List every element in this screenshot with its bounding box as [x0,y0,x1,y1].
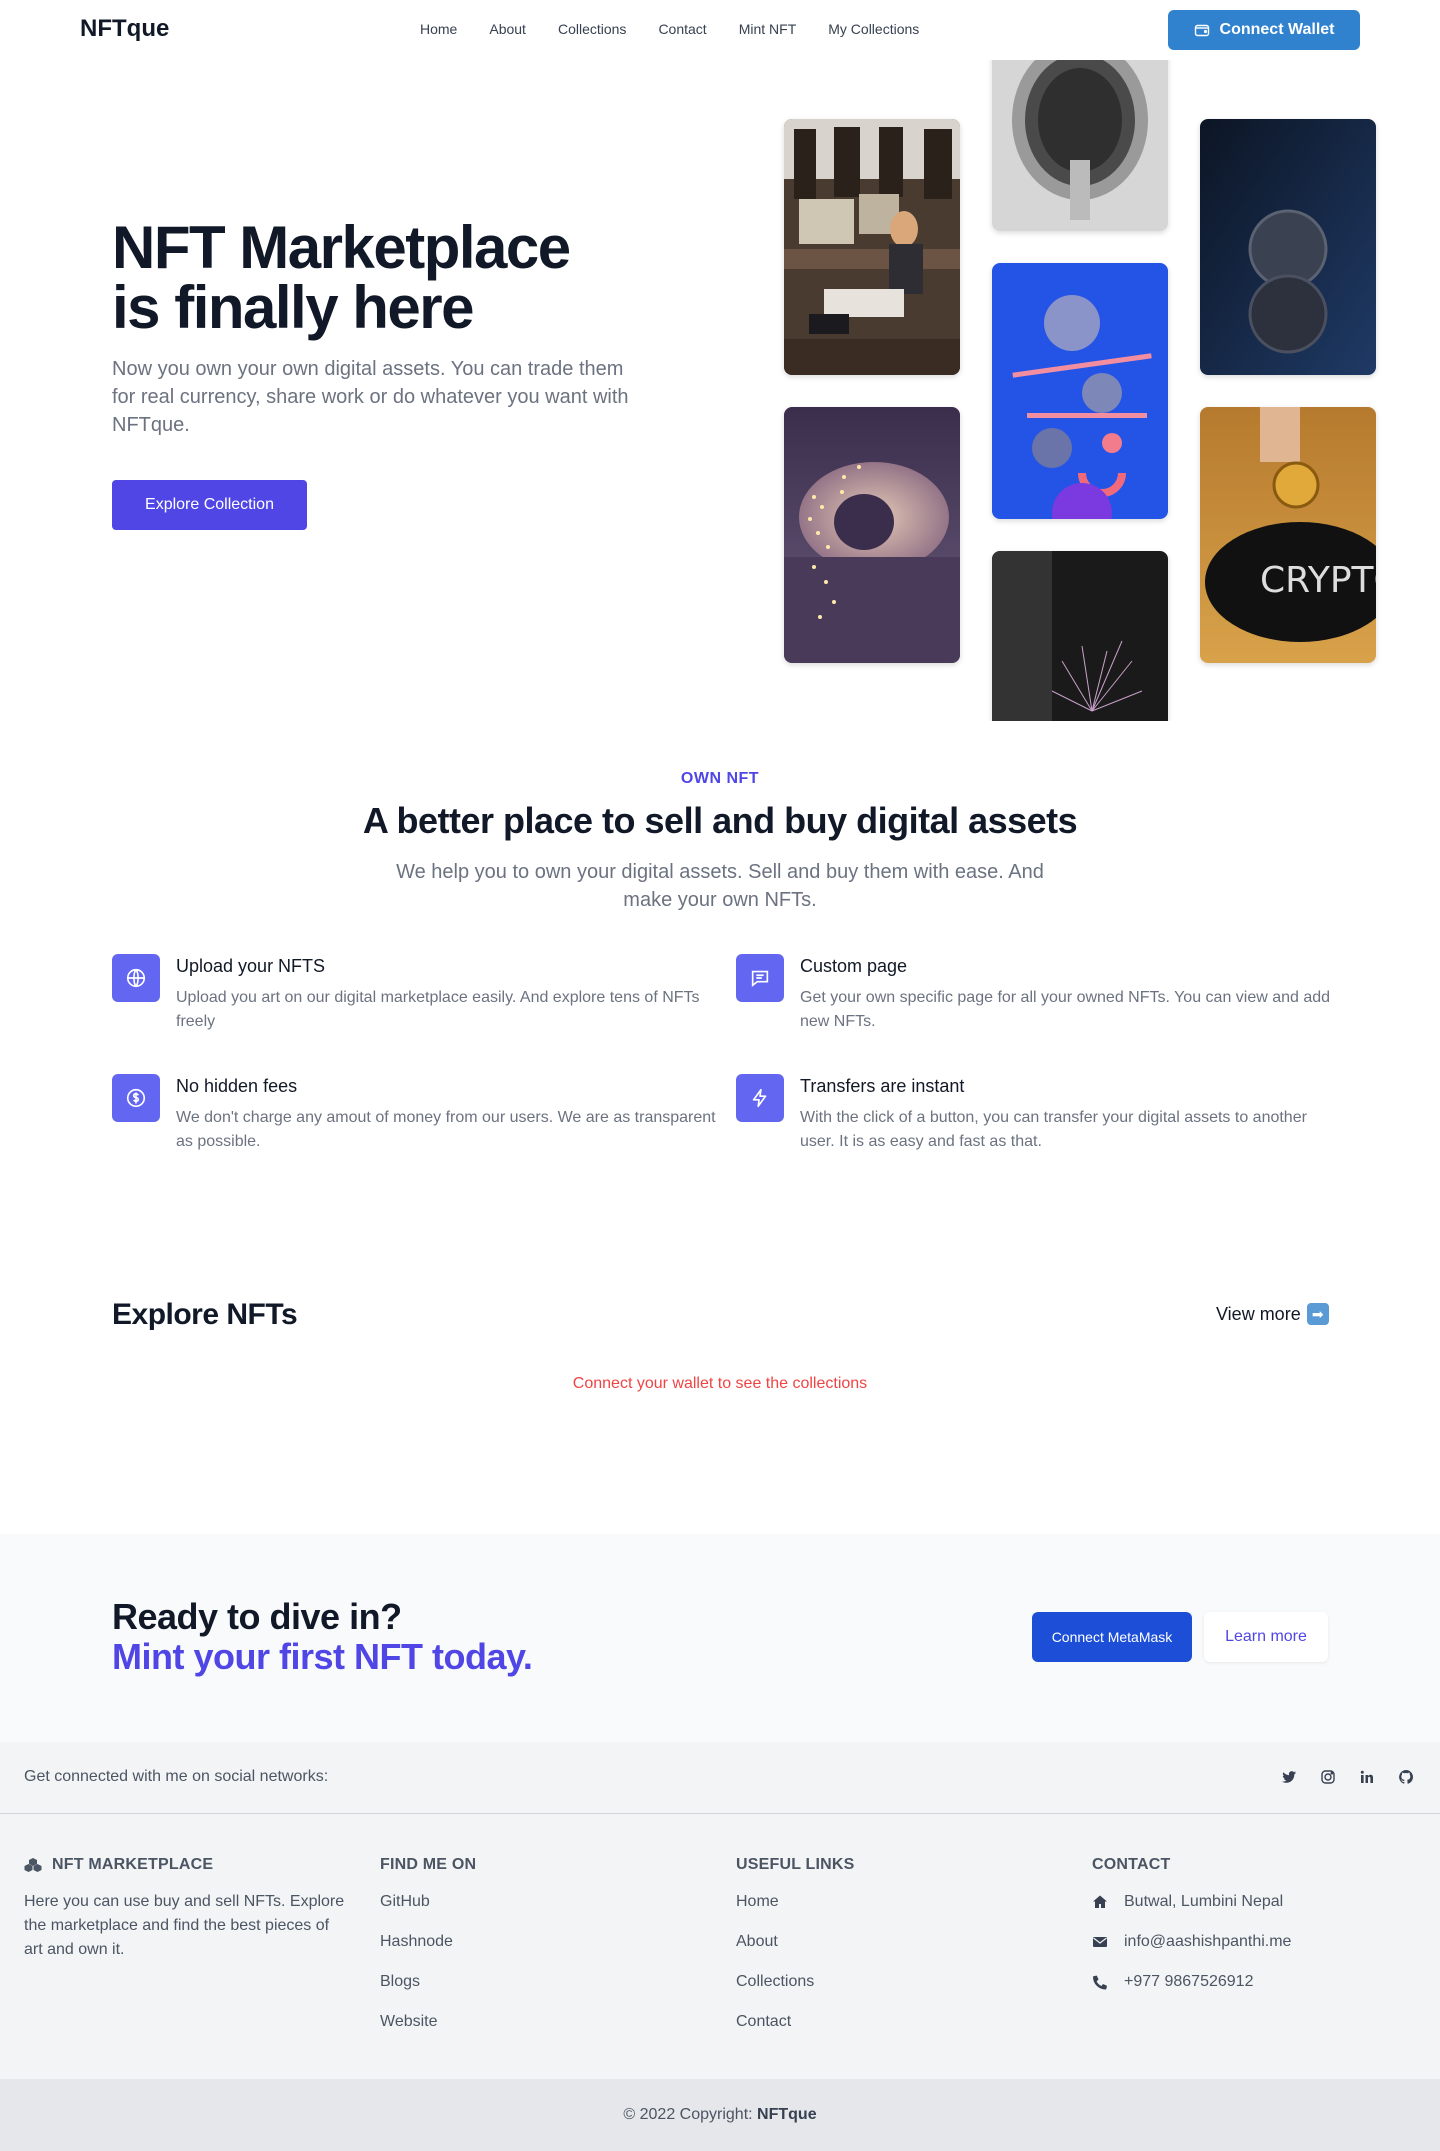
nft-image-sparkler[interactable] [992,551,1168,721]
footer-col-title: USEFUL LINKS [736,1856,855,1873]
phone-icon [1092,1975,1107,1990]
cta-section: Ready to dive in? Mint your first NFT to… [0,1534,1440,1742]
nav-home-link[interactable]: Home [420,21,457,37]
feature-desc: We don't charge any amout of money from … [176,1109,716,1150]
footer-link-contact[interactable]: Contact [736,2010,855,2034]
nav-contact-link[interactable]: Contact [658,21,706,37]
feature-title: Custom page [800,956,908,976]
connect-wallet-message: Connect your wallet to see the collectio… [572,1375,868,1392]
copyright-brand[interactable]: NFTque [757,2106,817,2123]
feature-desc: Upload you art on our digital marketplac… [176,989,700,1030]
features-subtitle: We help you to own your digital assets. … [396,861,1044,911]
cta-heading: Ready to dive in? [112,1596,402,1637]
feature-desc: With the click of a button, you can tran… [800,1109,1307,1150]
explore-title: Explore NFTs [112,1298,298,1331]
cta-subheading: Mint your first NFT today. [112,1636,533,1677]
footer-about-text: Here you can use buy and sell NFTs. Expl… [24,1893,345,1958]
footer-col-title: NFT MARKETPLACE [52,1856,214,1873]
footer-col-about: NFT MARKETPLACE Here you can use buy and… [24,1856,352,1962]
footer-link-hashnode[interactable]: Hashnode [380,1930,476,1954]
footer: Get connected with me on social networks… [0,1742,1440,2151]
envelope-icon [1093,1937,1107,1947]
contact-address-text: Butwal, Lumbini Nepal [1124,1893,1284,1910]
footer-col-title: CONTACT [1092,1856,1171,1873]
contact-phone[interactable]: +977 9867526912 [1092,1970,1291,1994]
brand-logo[interactable]: NFTque [80,15,169,43]
footer-col-title: FIND ME ON [380,1856,477,1873]
connect-wallet-button[interactable]: Connect Wallet [1168,10,1360,50]
footer-link-website[interactable]: Website [380,2010,476,2034]
footer-link-blogs[interactable]: Blogs [380,1970,476,1994]
nav-about-link[interactable]: About [489,21,526,37]
instagram-icon[interactable] [1319,1768,1337,1786]
feature-title: Upload your NFTS [176,956,326,976]
feature-desc: Get your own specific page for all your … [800,989,1331,1030]
connect-metamask-button[interactable]: Connect MetaMask [1032,1612,1192,1662]
connect-wallet-label: Connect Wallet [1219,21,1335,38]
contact-address: Butwal, Lumbini Nepal [1092,1890,1291,1914]
navbar: NFTque Home About Collections Contact Mi… [0,0,1440,60]
footer-link-home[interactable]: Home [736,1890,855,1914]
nav-collections-link[interactable]: Collections [558,21,626,37]
hero-image-grid: CRYPTO [0,60,1440,721]
nft-image-crypto-piggy[interactable]: CRYPTO [1200,407,1376,663]
footer-link-about[interactable]: About [736,1930,855,1954]
feature-title: No hidden fees [176,1076,298,1096]
nav-my-collections-link[interactable]: My Collections [828,21,919,37]
github-icon[interactable] [1397,1768,1415,1786]
dollar-icon [112,1074,160,1122]
nav-links: Home About Collections Contact Mint NFT … [420,21,919,37]
nft-image-coins-dark[interactable] [1200,119,1376,375]
footer-col-find-me: FIND ME ON GitHub Hashnode Blogs Website [380,1856,476,2034]
wallet-icon [1194,24,1209,37]
arrow-right-icon: ➡ [1306,1303,1329,1325]
social-icons [1280,1768,1415,1786]
copyright-text: © 2022 Copyright: [623,2106,753,2123]
feature-title: Transfers are instant [800,1076,965,1096]
copyright-bar: © 2022 Copyright: NFTque [0,2079,1440,2151]
learn-more-button[interactable]: Learn more [1204,1612,1328,1662]
contact-email[interactable]: info@aashishpanthi.me [1092,1930,1291,1954]
nft-image-crypto-coins[interactable] [992,263,1168,519]
home-icon [1093,1895,1107,1908]
footer-col-about-heading: NFT MARKETPLACE [24,1856,352,1874]
linkedin-icon[interactable] [1358,1768,1376,1786]
nft-image-retro-office[interactable] [784,119,960,375]
cubes-icon [24,1858,42,1872]
features-title: A better place to sell and buy digital a… [362,800,1078,841]
footer-link-collections[interactable]: Collections [736,1970,855,1994]
nft-image-glowing-sculpture[interactable] [784,407,960,663]
nft-image-watch[interactable] [992,60,1168,231]
nav-mint-link[interactable]: Mint NFT [739,21,797,37]
view-more-link[interactable]: View more ➡ [1216,1303,1329,1325]
twitter-icon[interactable] [1280,1768,1298,1786]
lightning-icon [736,1074,784,1122]
chat-icon [736,954,784,1002]
view-more-label: View more [1216,1303,1301,1324]
social-bar: Get connected with me on social networks… [0,1742,1440,1814]
contact-phone-text: +977 9867526912 [1124,1973,1254,1990]
footer-col-contact: CONTACT Butwal, Lumbini Nepal info@aashi… [1092,1856,1291,1994]
svg-text:CRYPTO: CRYPTO [1260,560,1376,601]
contact-email-text: info@aashishpanthi.me [1124,1933,1292,1950]
footer-col-useful-links: USEFUL LINKS Home About Collections Cont… [736,1856,855,2034]
social-text: Get connected with me on social networks… [24,1768,329,1785]
features-eyebrow: OWN NFT [680,770,760,787]
globe-icon [112,954,160,1002]
footer-link-github[interactable]: GitHub [380,1890,476,1914]
